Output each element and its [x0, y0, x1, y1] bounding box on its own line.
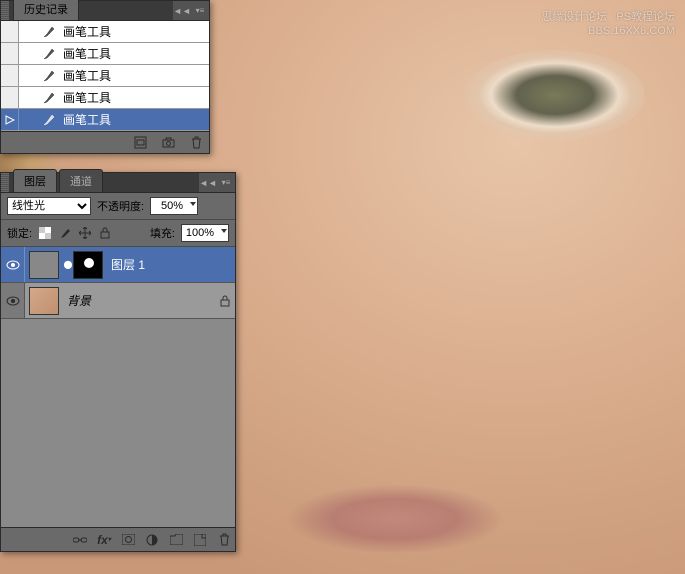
layer-visibility-toggle[interactable]	[1, 283, 25, 318]
opacity-label: 不透明度:	[97, 198, 144, 214]
history-footer	[1, 131, 209, 153]
history-marker[interactable]	[1, 43, 19, 64]
layers-panel: 图层 通道 ◄◄ ▾≡ 线性光 不透明度: 锁定: 填充:	[0, 172, 236, 552]
image-detail-lips	[285, 484, 505, 554]
panel-handle[interactable]	[1, 1, 9, 20]
new-document-from-state-icon[interactable]	[133, 136, 147, 150]
panel-collapse-icon[interactable]: ◄◄	[199, 173, 217, 192]
layer-mask-thumbnail[interactable]	[73, 251, 103, 279]
lock-image-icon[interactable]	[58, 226, 72, 240]
history-item-label: 画笔工具	[59, 111, 209, 128]
opacity-input[interactable]	[150, 197, 198, 215]
lock-icon	[215, 295, 235, 307]
adjustment-layer-icon[interactable]	[145, 533, 159, 547]
history-item-label: 画笔工具	[59, 23, 209, 40]
delete-layer-icon[interactable]	[217, 533, 231, 547]
blend-mode-select[interactable]: 线性光	[7, 197, 91, 215]
history-marker[interactable]	[1, 65, 19, 86]
history-item[interactable]: 画笔工具	[1, 21, 209, 43]
mask-link-icon[interactable]: ⬤	[63, 260, 73, 269]
history-item-label: 画笔工具	[59, 45, 209, 62]
brush-icon	[39, 69, 59, 83]
lock-all-icon[interactable]	[98, 226, 112, 240]
tab-history[interactable]: 历史记录	[13, 0, 79, 20]
fill-input[interactable]	[181, 224, 229, 242]
watermark: 思缘设计论坛 PS教程论坛 BBS.16XX8.COM	[541, 10, 675, 39]
history-marker[interactable]	[1, 87, 19, 108]
new-snapshot-icon[interactable]	[161, 136, 175, 150]
new-layer-icon[interactable]	[193, 533, 207, 547]
history-titlebar[interactable]: 历史记录 ◄◄ ▾≡	[1, 1, 209, 21]
lock-label: 锁定:	[7, 225, 32, 241]
panel-menu-icon[interactable]: ▾≡	[191, 1, 209, 20]
layer-visibility-toggle[interactable]	[1, 247, 25, 282]
layer-row[interactable]: 背景	[1, 283, 235, 319]
layers-list: ⬤ 图层 1 背景	[1, 247, 235, 527]
brush-icon	[39, 113, 59, 127]
history-panel: 历史记录 ◄◄ ▾≡ 画笔工具 画笔工具 画笔工具	[0, 0, 210, 154]
history-item[interactable]: 画笔工具	[1, 65, 209, 87]
tab-channels[interactable]: 通道	[59, 169, 103, 192]
layer-row[interactable]: ⬤ 图层 1	[1, 247, 235, 283]
delete-state-icon[interactable]	[189, 136, 203, 150]
layer-style-icon[interactable]: fx▾	[97, 533, 111, 547]
history-item-label: 画笔工具	[59, 89, 209, 106]
history-list: 画笔工具 画笔工具 画笔工具 画笔工具	[1, 21, 209, 131]
panel-handle[interactable]	[1, 173, 9, 192]
history-marker[interactable]	[1, 21, 19, 42]
brush-icon	[39, 47, 59, 61]
layer-name[interactable]: 图层 1	[107, 256, 235, 273]
panel-collapse-icon[interactable]: ◄◄	[173, 1, 191, 20]
brush-icon	[39, 91, 59, 105]
layer-thumbnail[interactable]	[29, 251, 59, 279]
panel-menu-icon[interactable]: ▾≡	[217, 173, 235, 192]
add-mask-icon[interactable]	[121, 533, 135, 547]
tab-layers[interactable]: 图层	[13, 169, 57, 192]
layer-options-row: 线性光 不透明度:	[1, 193, 235, 220]
history-item[interactable]: 画笔工具	[1, 109, 209, 131]
history-source-marker[interactable]	[1, 109, 19, 130]
history-item-label: 画笔工具	[59, 67, 209, 84]
brush-icon	[39, 25, 59, 39]
layer-name[interactable]: 背景	[63, 292, 215, 309]
link-layers-icon[interactable]	[73, 533, 87, 547]
lock-transparency-icon[interactable]	[38, 226, 52, 240]
history-item[interactable]: 画笔工具	[1, 87, 209, 109]
layers-footer: fx▾	[1, 527, 235, 551]
layer-thumbnail[interactable]	[29, 287, 59, 315]
fill-label: 填充:	[150, 225, 175, 241]
lock-position-icon[interactable]	[78, 226, 92, 240]
new-group-icon[interactable]	[169, 533, 183, 547]
image-detail-eye	[465, 50, 645, 140]
layers-titlebar[interactable]: 图层 通道 ◄◄ ▾≡	[1, 173, 235, 193]
history-item[interactable]: 画笔工具	[1, 43, 209, 65]
lock-row: 锁定: 填充:	[1, 220, 235, 247]
